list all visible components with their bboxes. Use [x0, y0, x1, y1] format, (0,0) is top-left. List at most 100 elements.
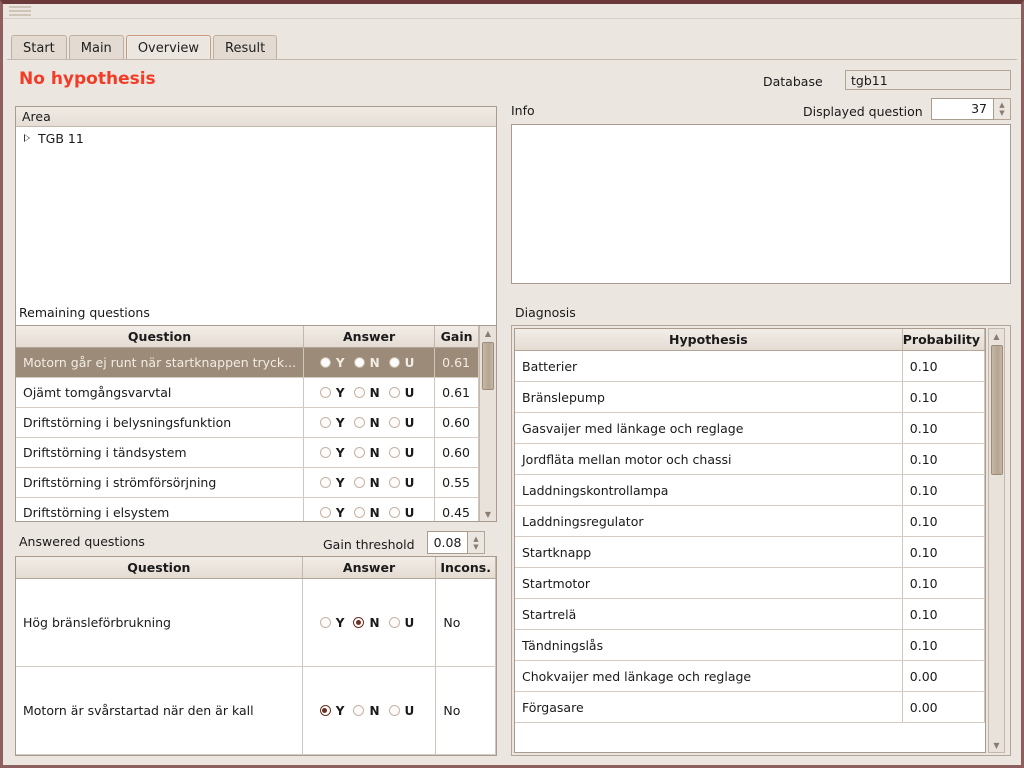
table-row[interactable]: Startrelä 0.10 — [515, 598, 985, 630]
radio-n-remaining-4[interactable] — [353, 477, 365, 488]
radio-u-remaining-2[interactable] — [388, 417, 400, 428]
table-row[interactable]: Motorn går ej runt när startknappen tryc… — [16, 347, 479, 378]
diagnosis-hypothesis-cell[interactable]: Startknapp — [515, 536, 903, 568]
table-row[interactable]: Laddningsregulator 0.10 — [515, 505, 985, 537]
chevron-right-icon[interactable] — [24, 133, 30, 142]
answer-radio-group[interactable]: YNU — [311, 446, 427, 460]
table-row[interactable]: Tändningslås 0.10 — [515, 629, 985, 661]
tab-main[interactable]: Main — [68, 35, 124, 60]
radio-n-remaining-3[interactable] — [353, 447, 365, 458]
answered-question-cell[interactable]: Hög bränsleförbrukning — [16, 578, 303, 667]
radio-n-remaining-0[interactable] — [353, 357, 365, 368]
remaining-question-cell[interactable]: Driftstörning i strömförsörjning — [16, 467, 305, 498]
table-row[interactable]: Chokvaijer med länkage och reglage 0.00 — [515, 660, 985, 692]
remaining-col-gain[interactable]: Gain — [434, 326, 479, 348]
answer-radio-group[interactable]: YNU — [311, 356, 427, 370]
diagnosis-col-probability[interactable]: Probability — [902, 329, 985, 351]
diagnosis-hypothesis-cell[interactable]: Startrelä — [515, 598, 903, 630]
displayed-question-spin-arrows[interactable]: ▲ ▼ — [994, 98, 1011, 120]
diagnosis-hypothesis-cell[interactable]: Batterier — [515, 350, 903, 382]
diagnosis-scroll-thumb[interactable] — [991, 345, 1003, 475]
radio-y-remaining-0[interactable] — [319, 357, 331, 368]
remaining-question-cell[interactable]: Driftstörning i belysningsfunktion — [16, 407, 305, 438]
table-row[interactable]: Driftstörning i tändsystem Y N U 0.60 — [16, 437, 479, 468]
radio-y-remaining-3[interactable] — [319, 447, 331, 458]
gain-threshold-input[interactable]: 0.08 — [427, 531, 468, 554]
tab-overview[interactable]: Overview — [125, 35, 212, 60]
answered-answer-cell[interactable]: YNU — [302, 578, 437, 667]
radio-n-answered-1[interactable] — [353, 705, 365, 716]
remaining-answer-cell[interactable]: YNU — [303, 407, 436, 438]
table-row[interactable]: Driftstörning i elsystem Y N U 0.45 — [16, 497, 479, 521]
remaining-answer-cell[interactable]: YNU — [303, 377, 436, 408]
answered-question-cell[interactable]: Motorn är svårstartad när den är kall — [16, 666, 303, 755]
answer-radio-group[interactable]: YNU — [311, 476, 427, 490]
table-row[interactable]: Jordfläta mellan motor och chassi 0.10 — [515, 443, 985, 475]
diagnosis-hypothesis-cell[interactable]: Förgasare — [515, 691, 903, 723]
diagnosis-hypothesis-cell[interactable]: Laddningskontrollampa — [515, 474, 903, 506]
radio-y-remaining-4[interactable] — [319, 477, 331, 488]
table-row[interactable]: Batterier 0.10 — [515, 350, 985, 382]
remaining-col-answer[interactable]: Answer — [303, 326, 436, 348]
remaining-question-cell[interactable]: Ojämt tomgångsvarvtal — [16, 377, 305, 408]
scroll-down-icon[interactable]: ▼ — [989, 738, 1004, 752]
diagnosis-hypothesis-cell[interactable]: Jordfläta mellan motor och chassi — [515, 443, 903, 475]
diagnosis-hypothesis-cell[interactable]: Tändningslås — [515, 629, 903, 661]
table-row[interactable]: Motorn är svårstartad när den är kall Y N U… — [16, 666, 496, 755]
remaining-col-question[interactable]: Question — [16, 326, 305, 348]
radio-u-answered-1[interactable] — [388, 705, 400, 716]
tab-result[interactable]: Result — [213, 35, 278, 60]
displayed-question-stepper[interactable]: 37 ▲ ▼ — [931, 98, 1011, 120]
table-row[interactable]: Laddningskontrollampa 0.10 — [515, 474, 985, 506]
scroll-down-icon[interactable]: ▼ — [480, 507, 496, 521]
radio-n-remaining-2[interactable] — [353, 417, 365, 428]
diagnosis-scrollbar[interactable]: ▲ ▼ — [988, 328, 1005, 753]
radio-n-remaining-5[interactable] — [353, 507, 365, 518]
radio-u-remaining-3[interactable] — [388, 447, 400, 458]
gain-threshold-stepper[interactable]: 0.08 ▲ ▼ — [427, 531, 485, 554]
radio-y-remaining-2[interactable] — [319, 417, 331, 428]
diagnosis-scroll-area[interactable]: ▲ ▼ — [988, 328, 1008, 753]
spin-up-icon[interactable]: ▲ — [473, 535, 478, 543]
radio-u-remaining-5[interactable] — [388, 507, 400, 518]
table-row[interactable]: Ojämt tomgångsvarvtal Y N U 0.61 — [16, 377, 479, 408]
diagnosis-table[interactable]: Hypothesis Probability Batterier 0.10 Brän… — [514, 328, 986, 753]
table-row[interactable]: Hög bränsleförbrukning Y N U No — [16, 578, 496, 667]
table-row[interactable]: Driftstörning i belysningsfunktion Y N U 0.6… — [16, 407, 479, 438]
radio-y-answered-0[interactable] — [319, 617, 331, 628]
table-row[interactable]: Startknapp 0.10 — [515, 536, 985, 568]
diagnosis-hypothesis-cell[interactable]: Startmotor — [515, 567, 903, 599]
diagnosis-hypothesis-cell[interactable]: Gasvaijer med länkage och reglage — [515, 412, 903, 444]
table-row[interactable]: Startmotor 0.10 — [515, 567, 985, 599]
radio-n-answered-0[interactable] — [353, 617, 365, 628]
gain-threshold-spin-arrows[interactable]: ▲ ▼ — [468, 531, 485, 554]
table-row[interactable]: Gasvaijer med länkage och reglage 0.10 — [515, 412, 985, 444]
window-menu-icon[interactable] — [9, 6, 31, 18]
remaining-answer-cell[interactable]: YNU — [303, 497, 436, 521]
radio-u-remaining-0[interactable] — [388, 357, 400, 368]
answered-questions-table[interactable]: Question Answer Incons. Hög bränsleförbr… — [15, 556, 497, 756]
remaining-questions-scrollbar[interactable]: ▲ ▼ — [479, 326, 496, 521]
remaining-scroll-track[interactable] — [480, 340, 496, 507]
remaining-question-cell[interactable]: Motorn går ej runt när startknappen tryc… — [16, 347, 305, 378]
spin-up-icon[interactable]: ▲ — [999, 101, 1004, 109]
radio-y-remaining-5[interactable] — [319, 507, 331, 518]
scroll-up-icon[interactable]: ▲ — [989, 329, 1004, 343]
radio-u-answered-0[interactable] — [388, 617, 400, 628]
radio-u-remaining-1[interactable] — [388, 387, 400, 398]
radio-u-remaining-4[interactable] — [388, 477, 400, 488]
remaining-answer-cell[interactable]: YNU — [303, 347, 436, 378]
scroll-up-icon[interactable]: ▲ — [480, 326, 496, 340]
answered-col-answer[interactable]: Answer — [302, 557, 437, 579]
answer-radio-group[interactable]: YNU — [311, 416, 427, 430]
radio-y-remaining-1[interactable] — [319, 387, 331, 398]
answer-radio-group[interactable]: YNU — [311, 506, 427, 520]
database-field[interactable]: tgb11 — [845, 70, 1011, 90]
diagnosis-hypothesis-cell[interactable]: Bränslepump — [515, 381, 903, 413]
spin-down-icon[interactable]: ▼ — [473, 543, 478, 551]
displayed-question-input[interactable]: 37 — [931, 98, 994, 120]
remaining-question-cell[interactable]: Driftstörning i elsystem — [16, 497, 305, 521]
radio-n-remaining-1[interactable] — [353, 387, 365, 398]
remaining-questions-table[interactable]: Question Answer Gain Motorn går ej runt … — [15, 325, 497, 522]
remaining-answer-cell[interactable]: YNU — [303, 437, 436, 468]
